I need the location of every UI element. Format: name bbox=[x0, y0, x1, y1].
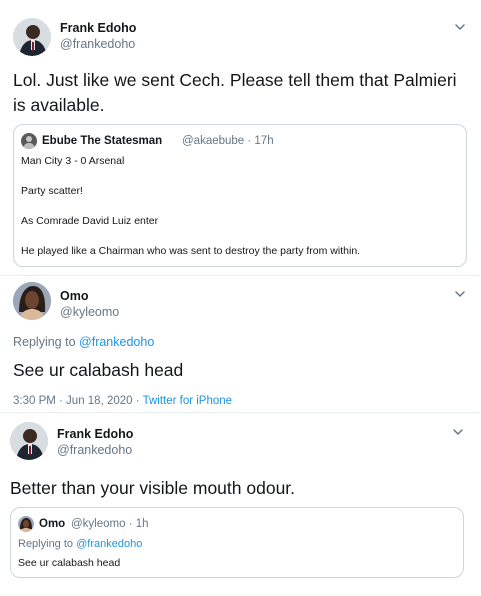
user-handle[interactable]: @frankedoho bbox=[57, 443, 132, 457]
tweet-source-link[interactable]: Twitter for iPhone bbox=[143, 395, 232, 407]
chevron-down-icon[interactable] bbox=[453, 20, 467, 34]
tweet-frank-edoho-1[interactable]: Frank Edoho @frankedoho Lol. Just like w… bbox=[0, 6, 479, 274]
tweet-omo[interactable]: Omo @kyleomo Replying to @frankedoho See… bbox=[0, 276, 479, 410]
quoted-tweet[interactable]: Ebube The Statesman @akaebube · 17h Man … bbox=[13, 124, 467, 267]
quoted-handle-time: @akaebube · 17h bbox=[182, 135, 274, 147]
display-name[interactable]: Omo bbox=[60, 289, 88, 303]
quoted-text-line: As Comrade David Luiz enter bbox=[21, 215, 159, 227]
avatar bbox=[18, 516, 34, 532]
quoted-display-name: Omo bbox=[39, 518, 66, 530]
avatar[interactable] bbox=[13, 282, 51, 320]
tweet-timestamp[interactable]: 3:30 PM · Jun 18, 2020 · bbox=[13, 395, 140, 407]
tweet-timestamp-line: 3:30 PM · Jun 18, 2020 · Twitter for iPh… bbox=[13, 395, 232, 407]
quoted-tweet[interactable]: Omo @kyleomo · 1h Replying to @frankedoh… bbox=[10, 507, 464, 578]
display-name[interactable]: Frank Edoho bbox=[60, 21, 136, 35]
chevron-down-icon[interactable] bbox=[451, 425, 465, 439]
replying-to: Replying to @frankedoho bbox=[13, 335, 154, 349]
tweet-text: See ur calabash head bbox=[13, 360, 184, 380]
avatar bbox=[21, 133, 37, 149]
tweet-text: Better than your visible mouth odour. bbox=[10, 478, 296, 498]
tweet-text: Lol. Just like we sent Cech. Please tell… bbox=[13, 70, 457, 115]
quoted-text-line: He played like a Chairman who was sent t… bbox=[21, 245, 361, 257]
replying-to-handle-link[interactable]: @frankedoho bbox=[79, 335, 154, 349]
avatar[interactable] bbox=[13, 18, 51, 56]
avatar[interactable] bbox=[10, 422, 48, 460]
tweet-frank-edoho-2[interactable]: Frank Edoho @frankedoho Better than your… bbox=[0, 413, 479, 596]
quoted-text-line: Party scatter! bbox=[21, 185, 83, 197]
display-name[interactable]: Frank Edoho bbox=[57, 427, 133, 441]
chevron-down-icon[interactable] bbox=[453, 287, 467, 301]
replying-to-handle-link: @frankedoho bbox=[76, 538, 143, 550]
quoted-handle-time: @kyleomo · 1h bbox=[71, 518, 149, 530]
replying-to-label: Replying to bbox=[18, 538, 74, 550]
quoted-text-line: See ur calabash head bbox=[18, 557, 121, 569]
user-handle[interactable]: @frankedoho bbox=[60, 37, 135, 51]
replying-to-label: Replying to bbox=[13, 335, 76, 349]
quoted-text-line: Man City 3 - 0 Arsenal bbox=[21, 155, 125, 167]
user-handle[interactable]: @kyleomo bbox=[60, 305, 119, 319]
quoted-display-name: Ebube The Statesman bbox=[42, 135, 163, 147]
quoted-replying-to: Replying to @frankedoho bbox=[18, 538, 142, 550]
